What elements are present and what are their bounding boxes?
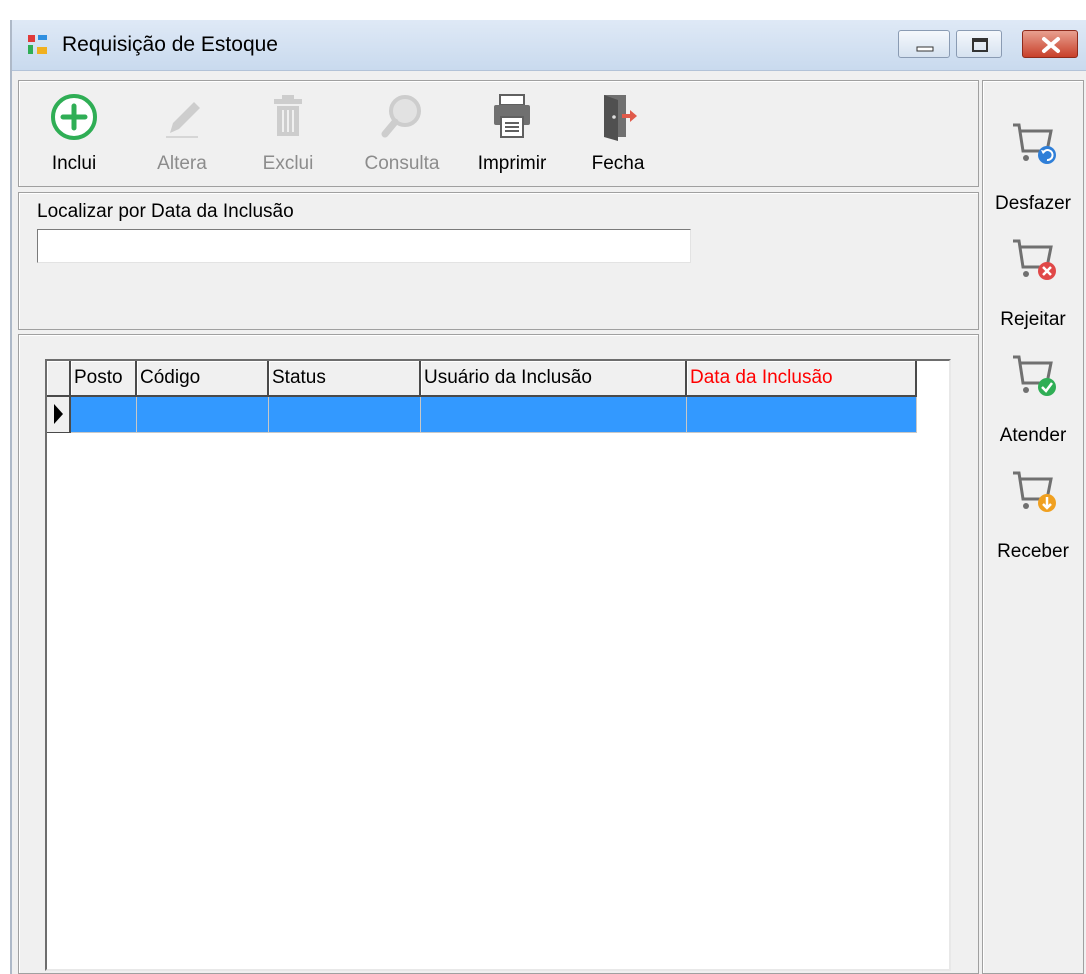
cart-reject-icon [1013,239,1056,280]
row-indicator [47,397,71,433]
maximize-icon [972,38,988,52]
query-label: Consulta [364,153,440,174]
delete-button[interactable]: Exclui [245,89,331,183]
app-logo-icon [28,35,47,54]
current-row-arrow-icon [54,404,63,424]
plus-circle-icon [51,94,97,140]
column-header-posto[interactable]: Posto [71,361,137,397]
cart-undo-icon [1013,123,1056,164]
receive-button[interactable]: Receber [983,461,1083,573]
undo-label: Desfazer [994,193,1072,214]
search-label: Localizar por Data da Inclusão [37,201,294,222]
edit-label: Altera [157,153,207,174]
close-button[interactable] [1022,30,1078,58]
delete-label: Exclui [262,153,314,174]
reject-label: Rejeitar [1000,309,1066,330]
printer-icon [494,94,530,138]
trash-icon [274,95,302,136]
title-bar[interactable]: Requisição de Estoque [12,20,1086,71]
cell-data[interactable] [687,397,917,433]
cell-status[interactable] [269,397,421,433]
pencil-icon [166,102,200,138]
edit-button[interactable]: Altera [139,89,225,183]
window-title: Requisição de Estoque [62,33,278,56]
attend-button[interactable]: Atender [983,345,1083,457]
query-button[interactable]: Consulta [359,89,445,183]
close-form-label: Fecha [591,153,645,174]
print-button[interactable]: Imprimir [469,89,555,183]
reject-button[interactable]: Rejeitar [983,229,1083,341]
cart-check-icon [1013,355,1056,396]
print-label: Imprimir [477,153,547,174]
grid-header: Posto Código Status Usuário da Inclusão … [47,361,917,397]
minimize-button[interactable] [898,30,950,58]
minimize-icon [916,46,934,52]
undo-button[interactable]: Desfazer [983,113,1083,225]
column-header-codigo[interactable]: Código [137,361,269,397]
door-exit-icon [604,95,637,141]
include-button[interactable]: Inclui [31,89,117,183]
close-icon [1042,37,1060,53]
include-label: Inclui [51,153,97,174]
maximize-button[interactable] [956,30,1002,58]
toolbar: Inclui Altera Exclui Consulta Imprimir F… [18,80,979,187]
column-header-data[interactable]: Data da Inclusão [687,361,917,397]
column-header-status[interactable]: Status [269,361,421,397]
attend-label: Atender [999,425,1067,446]
receive-label: Receber [997,541,1069,562]
cell-posto[interactable] [71,397,137,433]
cell-codigo[interactable] [137,397,269,433]
main-window: Requisição de Estoque Inclui Altera Excl… [10,20,1086,974]
indicator-header [47,361,71,397]
table-row[interactable] [47,397,917,433]
search-date-input[interactable] [37,229,691,263]
cart-receive-icon [1013,471,1056,512]
column-header-usuario[interactable]: Usuário da Inclusão [421,361,687,397]
magnifier-icon [381,95,421,138]
requisition-grid[interactable]: Posto Código Status Usuário da Inclusão … [45,359,951,971]
search-panel: Localizar por Data da Inclusão [18,192,979,330]
grid-panel: Posto Código Status Usuário da Inclusão … [18,334,979,974]
close-form-button[interactable]: Fecha [575,89,661,183]
cell-usuario[interactable] [421,397,687,433]
action-sidebar: Desfazer Rejeitar Atender Receber [982,80,1084,974]
